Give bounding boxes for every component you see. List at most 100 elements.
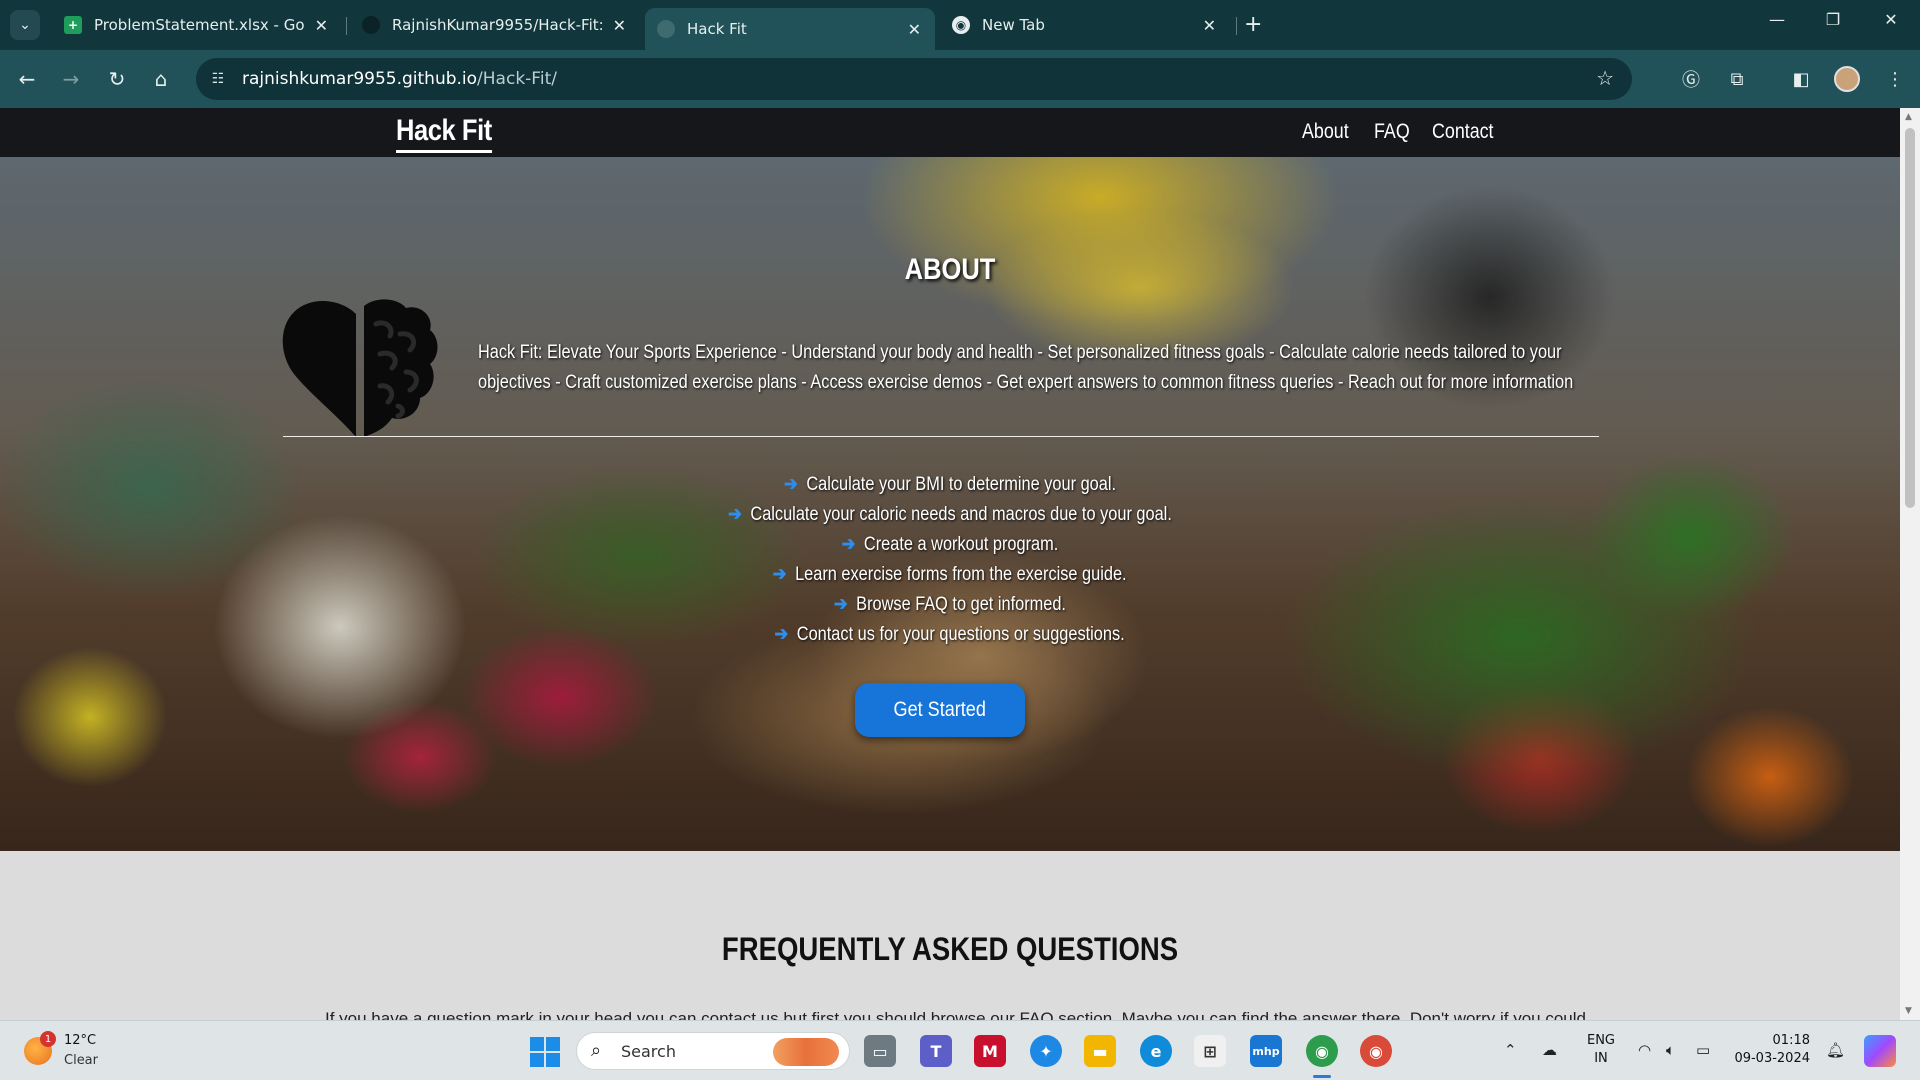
- tab-title: Hack Fit: [687, 20, 747, 38]
- clock-date[interactable]: 09-03-2024: [1732, 1051, 1810, 1066]
- tab-hack-fit[interactable]: Hack Fit ✕: [645, 8, 935, 50]
- close-icon[interactable]: ✕: [315, 16, 328, 35]
- close-icon[interactable]: ✕: [1203, 16, 1216, 35]
- forward-button[interactable]: →: [56, 64, 86, 94]
- about-hero-section: ABOUT Hack Fit: Elevate Your Sports Expe…: [0, 157, 1900, 851]
- faq-heading: FREQUENTLY ASKED QUESTIONS: [721, 931, 1179, 967]
- teams-icon[interactable]: T: [920, 1035, 952, 1067]
- feature-item: ➔ Contact us for your questions or sugges…: [0, 620, 1900, 650]
- grammarly-extension-icon[interactable]: Ⓖ: [1678, 66, 1704, 92]
- edge-icon[interactable]: e: [1140, 1035, 1172, 1067]
- tab-new-tab[interactable]: ◉ New Tab ✕: [940, 8, 1230, 42]
- browser-tab-strip: ⌄ + ProblemStatement.xlsx - Google ✕ Raj…: [0, 0, 1920, 50]
- scrollbar-thumb[interactable]: [1905, 128, 1915, 508]
- battery-icon[interactable]: ▭: [1696, 1041, 1710, 1059]
- about-description-line: objectives - Craft customized exercise p…: [478, 372, 1574, 393]
- section-divider: [283, 436, 1599, 437]
- site-navbar: Hack Fit About FAQ Contact: [0, 108, 1900, 157]
- feature-item: ➔ Calculate your BMI to determine your go…: [0, 470, 1900, 500]
- arrow-right-icon: ➔: [774, 624, 789, 645]
- clock-time[interactable]: 01:18: [1732, 1033, 1810, 1048]
- side-panel-icon[interactable]: ◧: [1788, 66, 1814, 92]
- windows-taskbar: 1 12°C Clear ⌕ Search ▭ T M ✦ ▬ e ⊞ mhp …: [0, 1020, 1920, 1080]
- address-bar[interactable]: ☷ rajnishkumar9955.github.io/Hack-Fit/ ☆: [196, 58, 1632, 100]
- page-viewport: Hack Fit About FAQ Contact ABOUT Hack Fi…: [0, 108, 1900, 1020]
- copilot-icon[interactable]: [1864, 1035, 1896, 1067]
- arrow-right-icon: ➔: [783, 474, 798, 495]
- file-explorer-icon[interactable]: ▬: [1084, 1035, 1116, 1067]
- mcafee-icon[interactable]: M: [974, 1035, 1006, 1067]
- github-icon: [362, 16, 380, 34]
- arrow-right-icon: ➔: [728, 504, 742, 525]
- feature-text: Create a workout program.: [863, 534, 1059, 555]
- tab-divider: [1236, 17, 1237, 35]
- notification-bell-icon[interactable]: 🔔︎: [1826, 1041, 1845, 1059]
- minimize-button[interactable]: —: [1762, 10, 1792, 29]
- feature-text: Learn exercise forms from the exercise g…: [795, 564, 1127, 585]
- tab-problem-statement[interactable]: + ProblemStatement.xlsx - Google ✕: [52, 8, 342, 42]
- search-highlight-art: [773, 1038, 839, 1066]
- tab-title: New Tab: [982, 16, 1045, 34]
- tab-search-button[interactable]: ⌄: [10, 10, 40, 40]
- tab-divider: [346, 17, 347, 35]
- chrome-icon: ◉: [952, 16, 970, 34]
- get-started-button[interactable]: Get Started: [855, 683, 1025, 737]
- extensions-icon[interactable]: ⧉: [1724, 66, 1750, 92]
- feature-text: Calculate your caloric needs and macros …: [750, 504, 1172, 525]
- safari-style-icon[interactable]: ✦: [1030, 1035, 1062, 1067]
- back-button[interactable]: ←: [12, 64, 42, 94]
- feature-item: ➔ Calculate your caloric needs and macros…: [0, 500, 1900, 530]
- about-heading: ABOUT: [904, 253, 996, 286]
- bookmark-star-icon[interactable]: ☆: [1596, 66, 1614, 90]
- weather-badge: 1: [40, 1031, 56, 1047]
- home-button[interactable]: ⌂: [146, 64, 176, 94]
- feature-item: ➔ Learn exercise forms from the exercise …: [0, 560, 1900, 590]
- mahp-app-icon[interactable]: mhp: [1250, 1035, 1282, 1067]
- faq-section: FREQUENTLY ASKED QUESTIONS If you have a…: [0, 851, 1900, 1020]
- weather-condition[interactable]: Clear: [64, 1053, 98, 1068]
- scroll-down-arrow-icon[interactable]: ▼: [1905, 1006, 1912, 1016]
- tab-github-repo[interactable]: RajnishKumar9955/Hack-Fit: Th ✕: [350, 8, 640, 42]
- nav-faq-link[interactable]: FAQ: [1374, 120, 1410, 144]
- window-close-button[interactable]: ✕: [1876, 10, 1906, 29]
- site-settings-icon[interactable]: ☷: [208, 69, 228, 89]
- task-view-icon[interactable]: ▭: [864, 1035, 896, 1067]
- menu-icon[interactable]: ⋮: [1882, 66, 1908, 92]
- language-region[interactable]: IN: [1584, 1051, 1618, 1066]
- arrow-right-icon: ➔: [833, 594, 848, 615]
- nav-contact-link[interactable]: Contact: [1432, 120, 1494, 144]
- chrome-icon[interactable]: ◉: [1306, 1035, 1338, 1067]
- page-scrollbar[interactable]: ▲ ▼: [1900, 108, 1920, 1020]
- get-started-label: Get Started: [893, 698, 987, 721]
- reload-button[interactable]: ↻: [102, 64, 132, 94]
- profile-avatar[interactable]: [1834, 66, 1860, 92]
- url-path: /Hack-Fit/: [477, 69, 557, 89]
- onedrive-cloud-icon[interactable]: ☁: [1542, 1041, 1557, 1059]
- new-tab-button[interactable]: +: [1244, 12, 1262, 37]
- search-icon: ⌕: [591, 1040, 602, 1061]
- weather-temperature[interactable]: 12°C: [64, 1033, 96, 1048]
- site-brand-link[interactable]: Hack Fit: [396, 114, 492, 153]
- chrome-profile-icon[interactable]: ◉: [1360, 1035, 1392, 1067]
- close-icon[interactable]: ✕: [613, 16, 626, 35]
- wifi-icon[interactable]: ◠: [1638, 1041, 1651, 1059]
- language-indicator[interactable]: ENG: [1584, 1033, 1618, 1048]
- feature-list: ➔ Calculate your BMI to determine your go…: [0, 470, 1900, 650]
- microsoft-store-icon[interactable]: ⊞: [1194, 1035, 1226, 1067]
- close-icon[interactable]: ✕: [908, 20, 921, 39]
- taskbar-search-box[interactable]: ⌕ Search: [576, 1032, 850, 1070]
- scroll-up-arrow-icon[interactable]: ▲: [1905, 112, 1912, 122]
- start-button[interactable]: [530, 1037, 560, 1067]
- chevron-up-icon[interactable]: ⌃: [1504, 1041, 1517, 1059]
- heart-brain-logo-icon: [282, 299, 438, 437]
- nav-about-link[interactable]: About: [1302, 120, 1349, 144]
- volume-icon[interactable]: 🔈︎: [1666, 1041, 1675, 1059]
- about-description-line: Hack Fit: Elevate Your Sports Experience…: [478, 342, 1562, 363]
- restore-button[interactable]: ❐: [1818, 10, 1848, 29]
- feature-text: Calculate your BMI to determine your goa…: [806, 474, 1116, 495]
- feature-text: Contact us for your questions or suggest…: [797, 624, 1126, 645]
- browser-toolbar: ← → ↻ ⌂ ☷ rajnishkumar9955.github.io/Hac…: [0, 50, 1920, 108]
- arrow-right-icon: ➔: [773, 564, 787, 585]
- active-app-indicator: [1313, 1075, 1331, 1078]
- tab-title: RajnishKumar9955/Hack-Fit: Th: [392, 16, 602, 34]
